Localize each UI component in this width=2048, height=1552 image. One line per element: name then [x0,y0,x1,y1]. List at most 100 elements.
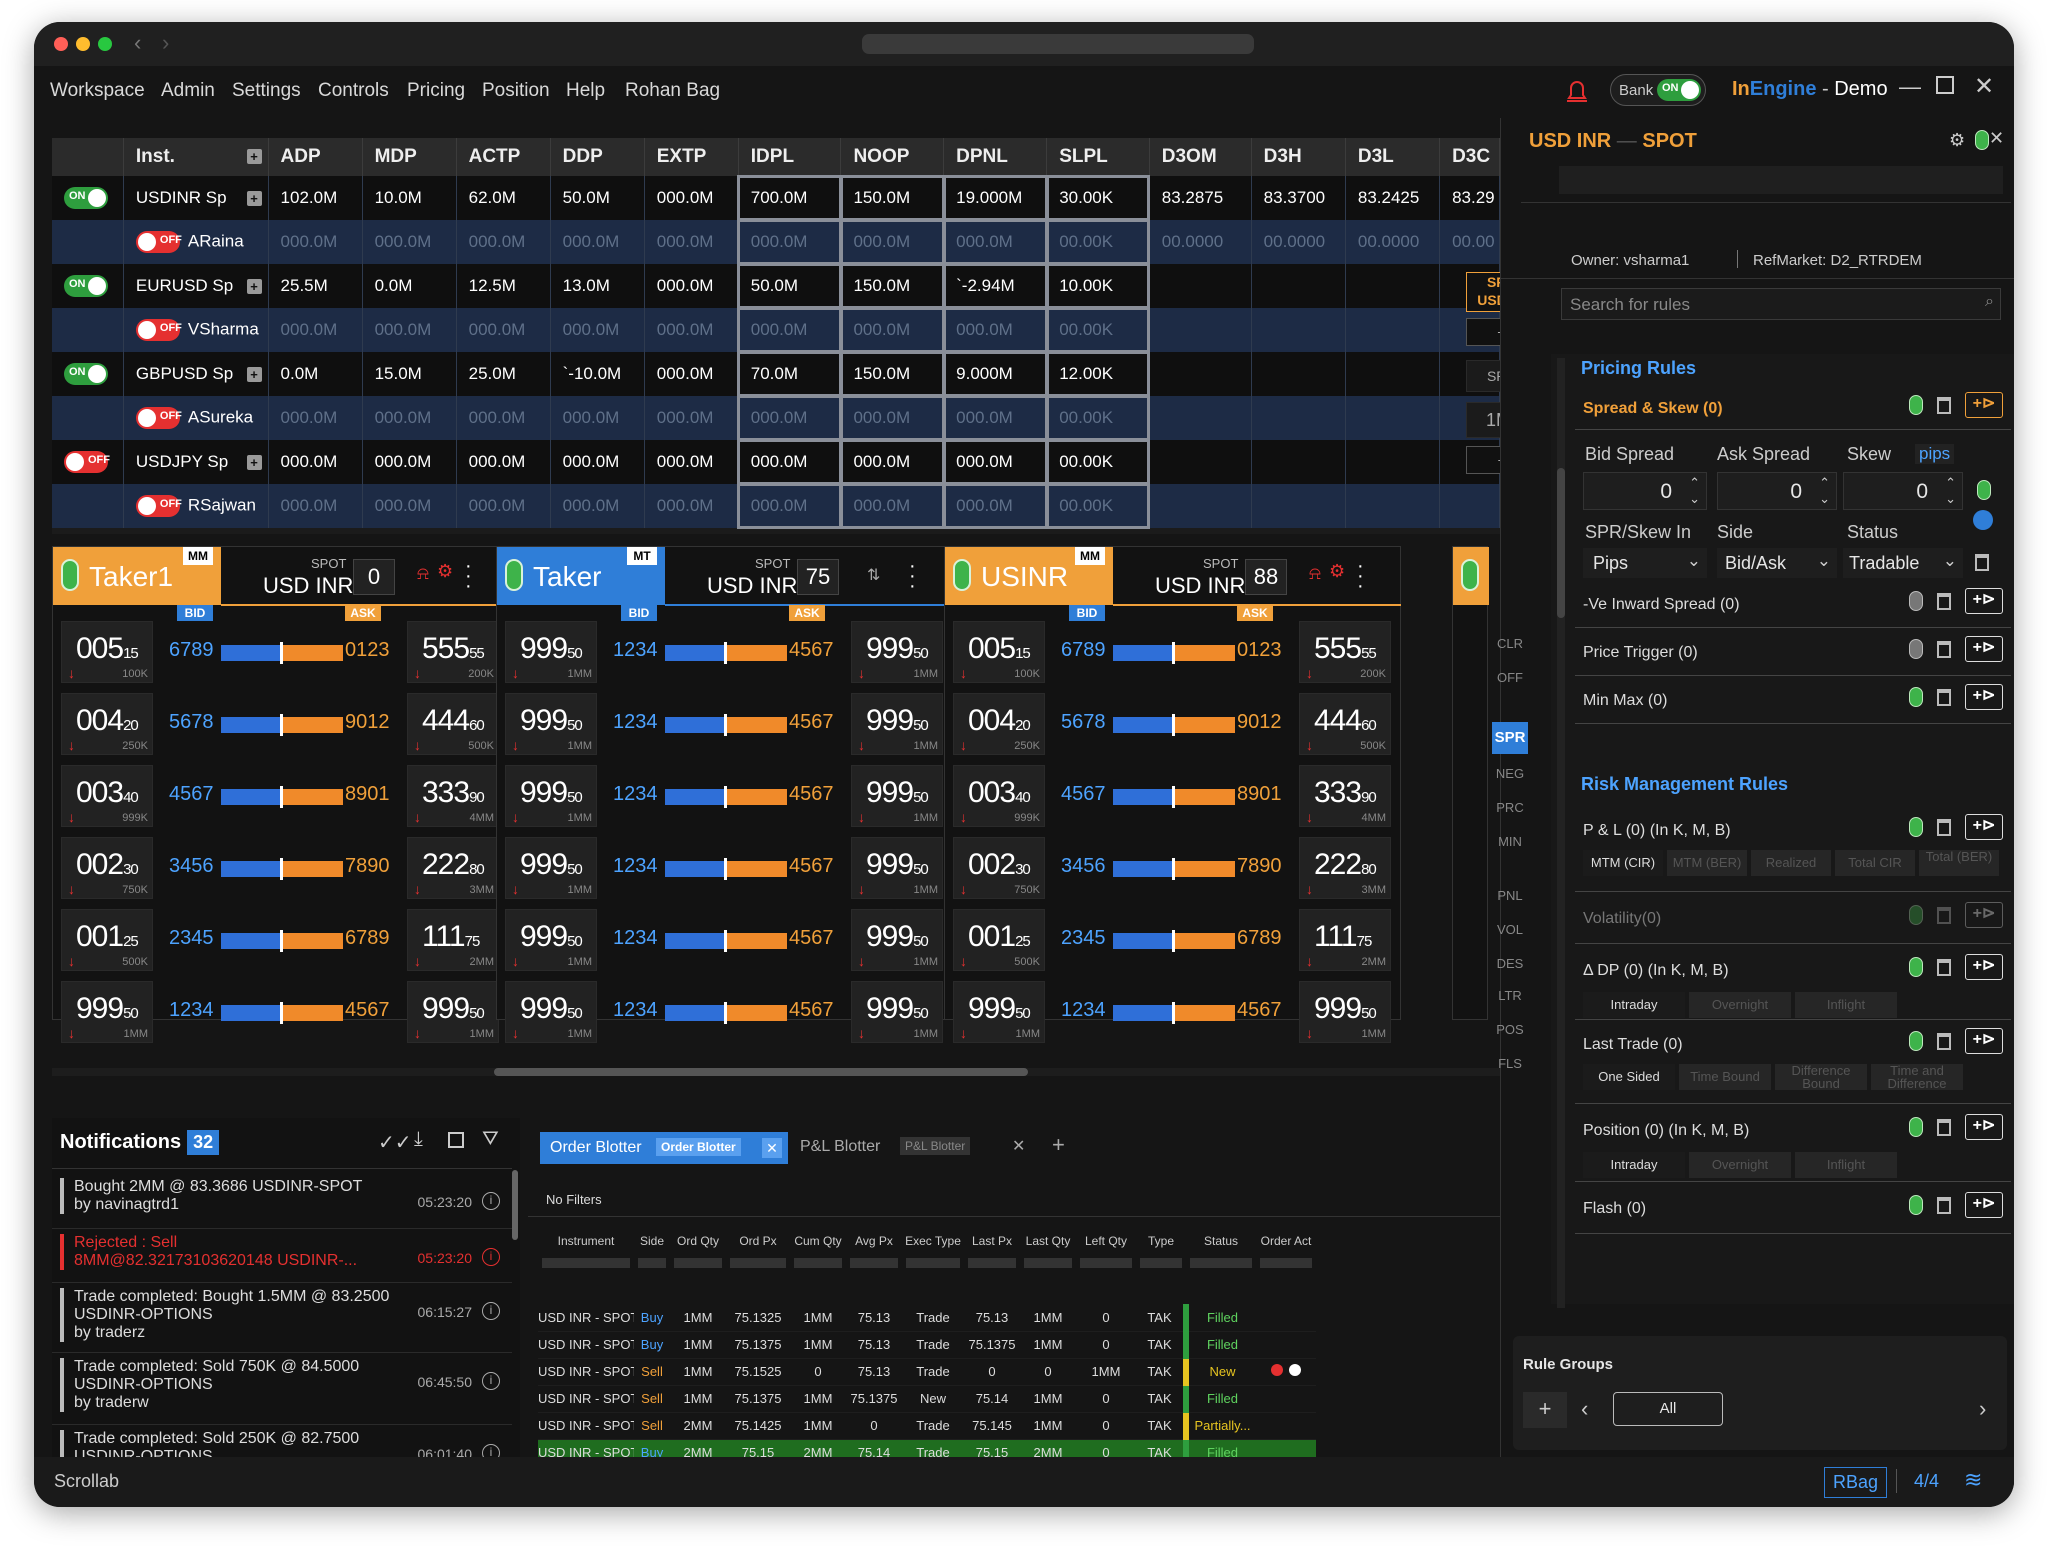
add-rule-group-button[interactable]: + [1523,1392,1567,1428]
bid-price-box[interactable]: 00420 250K ↓ [61,693,153,755]
ask-price-box[interactable]: 99950 1MM ↓ [851,837,943,899]
spread-add-button[interactable]: +⊳ [1965,392,2003,418]
chevron-left-icon[interactable]: ‹ [1581,1396,1588,1422]
mark-read-icon[interactable]: ✓✓ [378,1130,412,1155]
download-icon[interactable]: ⤓ [414,1128,423,1151]
pl-enable-icon[interactable] [1909,817,1923,837]
info-icon[interactable]: i [482,1372,500,1390]
ask-price-box[interactable]: 55555 200K ↓ [1299,621,1391,683]
notifications-scroll-thumb[interactable] [512,1170,518,1240]
side-select[interactable]: Bid/Ask ⌄ [1717,548,1837,578]
info-icon[interactable]: i [482,1192,500,1210]
grid-header-d3h[interactable]: D3H [1251,138,1346,176]
rule-chip[interactable]: Overnight [1689,992,1791,1018]
spread-enable-icon[interactable] [1909,395,1923,415]
bid-price-box[interactable]: 00230 750K ↓ [61,837,153,899]
tab-pnl[interactable]: PNL [1492,882,1528,910]
pl-add-button[interactable]: +⊳ [1965,814,2003,840]
rule-chip[interactable]: Difference Bound [1775,1064,1867,1090]
rule-chip[interactable]: Realized [1751,850,1831,876]
blotter-row[interactable]: USD INR - SPOT Sell 1MM 75.1375 1MM 75.1375 Ne… [538,1385,1316,1413]
ask-price-box[interactable]: 99950 1MM ↓ [851,621,943,683]
column-filter[interactable] [1080,1258,1132,1268]
bid-price-box[interactable]: 00515 100K ↓ [953,621,1045,683]
tiles-scroll-thumb[interactable] [494,1068,1028,1076]
menu-pricing[interactable]: Pricing [407,80,465,102]
ask-price-box[interactable]: 99950 1MM ↓ [851,909,943,971]
column-filter[interactable] [850,1258,898,1268]
pl-delete-icon[interactable] [1937,818,1951,836]
column-filter[interactable] [1024,1258,1072,1268]
chevron-right-icon[interactable]: › [1979,1396,1986,1422]
user-icon[interactable] [1973,510,1993,530]
grid-header-adp[interactable]: ADP [268,138,363,176]
rule-chip[interactable]: Total CIR [1835,850,1915,876]
minimize-window-button[interactable] [76,37,90,51]
info-icon[interactable]: i [482,1248,500,1266]
column-filter[interactable] [794,1258,842,1268]
alarm-icon[interactable] [1566,78,1588,102]
expand-row-icon[interactable]: + [246,191,262,206]
column-filter[interactable] [1140,1258,1182,1268]
ask-price-box[interactable]: 55555 200K ↓ [407,621,499,683]
ask-price-box[interactable]: 44460 500K ↓ [1299,693,1391,755]
ask-price-box[interactable]: 22280 3MM ↓ [1299,837,1391,899]
tab-fls[interactable]: FLS [1492,1050,1528,1078]
ask-price-box[interactable]: 33390 4MM ↓ [1299,765,1391,827]
grid-header-extp[interactable]: EXTP [644,138,739,176]
info-icon[interactable]: i [482,1302,500,1320]
minmax-delete-icon[interactable] [1937,688,1951,706]
status-user[interactable]: RBag [1824,1467,1888,1498]
grid-header-dpnl[interactable]: DPNL [943,138,1048,176]
row-toggle[interactable]: OFF [135,319,182,341]
rule-chip[interactable]: MTM (CIR) [1583,850,1663,876]
close-tab-icon[interactable]: ✕ [762,1138,782,1158]
ask-price-box[interactable]: 11175 2MM ↓ [407,909,499,971]
expand-all-icon[interactable]: + [246,149,262,164]
notification-item[interactable]: Trade completed: Sold 750K @ 84.5000 USDI… [60,1358,500,1412]
row-toggle[interactable]: OFF [135,495,182,517]
column-filter[interactable] [638,1258,666,1268]
bid-price-box[interactable]: 99950 1MM ↓ [505,765,597,827]
back-arrow-icon[interactable]: ‹ [134,30,141,56]
ask-price-box[interactable]: 44460 500K ↓ [407,693,499,755]
add-tab-icon[interactable]: + [1052,1132,1065,1158]
tile-status-icon[interactable] [505,559,523,591]
spr-unit-select[interactable]: Pips ⌄ [1583,548,1707,578]
stepper-icon[interactable]: ⌃ ⌄ [1945,475,1956,507]
alarm-icon[interactable]: ⍾ [417,563,429,584]
grid-header-d3l[interactable]: D3L [1345,138,1441,176]
grid-header-ddp[interactable]: DDP [550,138,645,176]
tab-clr[interactable]: CLR [1492,630,1528,658]
blotter-header-8[interactable]: Last Qty [1020,1234,1076,1248]
row-toggle[interactable]: OFF [135,407,182,429]
blotter-header-4[interactable]: Cum Qty [790,1234,846,1248]
blotter-header-7[interactable]: Last Px [964,1234,1020,1248]
lt-enable-icon[interactable] [1909,1031,1923,1051]
blotter-row[interactable]: USD INR - SPOT Sell 2MM 75.1425 1MM 0 Trade 75.… [538,1412,1316,1440]
blotter-row[interactable]: USD INR - SPOT Sell 1MM 75.1525 0 75.13 Trade 0… [538,1358,1316,1386]
tab-prc[interactable]: PRC [1492,794,1528,822]
column-filter[interactable] [730,1258,786,1268]
bid-price-box[interactable]: 00125 500K ↓ [61,909,153,971]
pos-add-button[interactable]: +⊳ [1965,1114,2003,1140]
tab-min[interactable]: MIN [1492,828,1528,856]
minmax-add-button[interactable]: +⊳ [1965,684,2003,710]
blotter-header-12[interactable]: Order Act [1256,1234,1316,1248]
column-filter[interactable] [674,1258,722,1268]
ask-price-box[interactable]: 99950 1MM ↓ [407,981,499,1043]
tile-menu-icon[interactable]: · · · [1357,556,1364,596]
alarm-icon[interactable]: ⍾ [1309,563,1321,584]
rule-chip[interactable]: Total (BER) [1919,850,1999,876]
pos-enable-icon[interactable] [1909,1117,1923,1137]
grid-header-mdp[interactable]: MDP [362,138,457,176]
pips-unit-button[interactable]: pips [1915,444,1955,464]
rules-scroll-thumb[interactable] [1557,468,1565,618]
tile-status-icon[interactable] [61,559,79,591]
expand-row-icon[interactable]: + [246,367,262,382]
editor-enable-icon[interactable] [1977,480,1991,500]
grid-header-d3c[interactable]: D3C [1439,138,1500,176]
blotter-header-0[interactable]: Instrument [538,1234,634,1248]
trigger-delete-icon[interactable] [1937,640,1951,658]
ask-price-box[interactable]: 22280 3MM ↓ [407,837,499,899]
